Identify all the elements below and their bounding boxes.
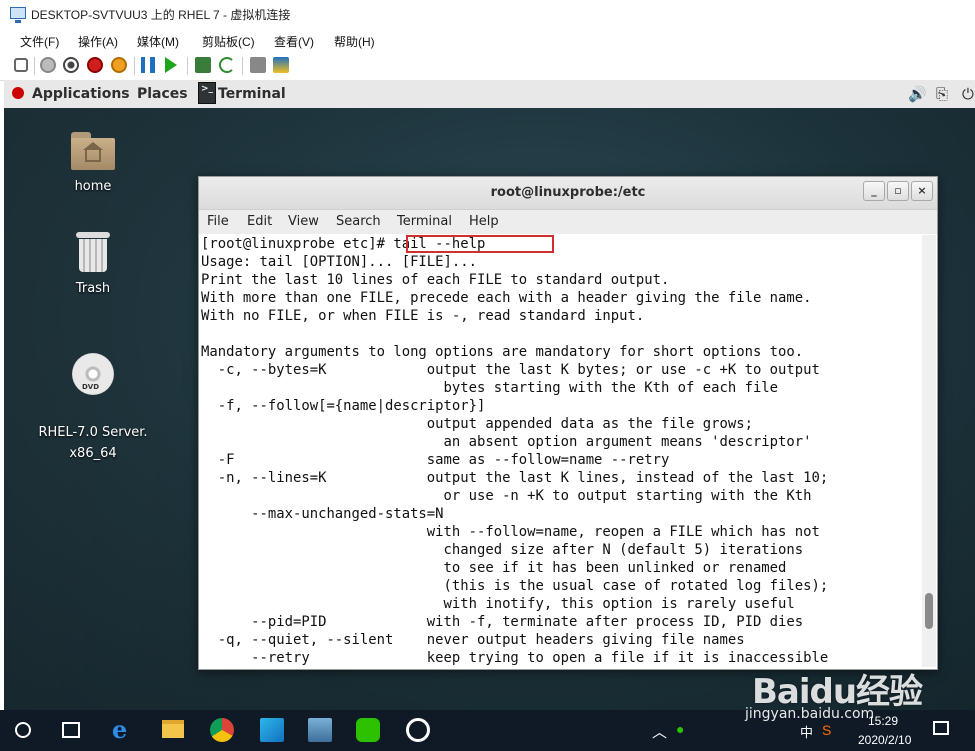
terminal-line: or use -n +K to output starting with the… [201,488,812,504]
terminal-line: an absent option argument means 'descrip… [201,434,812,450]
terminal-icon[interactable]: >_ [198,82,216,104]
scrollbar-thumb[interactable] [925,593,933,629]
gnome-top-bar: Applications Places >_ Terminal 🔊 ⎘ ⏻ [4,80,975,109]
terminal-menu-file[interactable]: File [207,214,229,229]
volume-icon[interactable]: 🔊 [908,85,927,103]
vm-menu-help[interactable]: 帮助(H) [334,33,375,50]
terminal-line: (this is the usual case of rotated log f… [201,578,829,594]
turn-off-icon[interactable] [63,57,79,73]
wechat-tray-icon[interactable]: ● [676,721,684,737]
terminal-line: Mandatory arguments to long options are … [201,344,804,360]
terminal-line: with --follow=name, reopen a FILE which … [201,524,820,540]
desktop-icon-label: home [74,179,112,194]
terminal-menubar: File Edit View Search Terminal Help [199,210,937,234]
desktop-icon-label: Trash [75,281,111,296]
pause-icon[interactable] [141,57,155,73]
terminal-line: -q, --quiet, --silent never output heade… [201,632,745,648]
terminal-line: Usage: tail [OPTION]... [FILE]... [201,254,477,270]
terminal-line: changed size after N (default 5) iterati… [201,542,804,558]
shutdown-icon[interactable] [87,57,103,73]
wechat-icon[interactable] [356,718,380,742]
terminal-menu-edit[interactable]: Edit [247,214,272,229]
terminal-line: [root@linuxprobe etc]# tail --help [201,236,486,252]
terminal-title: root@linuxprobe:/etc [490,185,646,200]
places-menu[interactable]: Places [137,86,188,102]
terminal-line: with inotify, this option is rarely usef… [201,596,795,612]
vm-toolbar [0,52,975,81]
vm-window-titlebar: DESKTOP-SVTVUU3 上的 RHEL 7 - 虚拟机连接 [0,0,975,28]
terminal-menu-terminal[interactable]: Terminal [397,214,452,229]
app-store-icon[interactable] [260,718,284,742]
chrome-icon[interactable] [210,718,234,742]
checkpoint-icon[interactable] [195,57,211,73]
edge-icon[interactable]: e [112,718,136,742]
terminal-output[interactable]: [root@linuxprobe etc]# tail --help Usage:… [201,235,919,667]
share-icon[interactable] [273,57,289,73]
enhanced-session-icon[interactable] [250,57,266,73]
terminal-line: With no FILE, or when FILE is -, read st… [201,308,645,324]
trash-icon [76,232,110,272]
terminal-menu-help[interactable]: Help [469,214,499,229]
terminal-line: bytes starting with the Kth of each file [201,380,779,396]
task-view-icon[interactable] [62,722,80,738]
resume-icon[interactable] [165,57,177,73]
maximize-icon[interactable]: ▫ [887,181,909,201]
terminal-titlebar[interactable]: root@linuxprobe:/etc _ ▫ × [199,177,937,210]
network-icon[interactable]: ⎘ [936,85,948,103]
clock-date[interactable]: 2020/2/10 [858,733,911,747]
start-icon[interactable] [40,57,56,73]
power-icon[interactable]: ⏻ [962,85,974,103]
save-state-icon[interactable] [111,57,127,73]
terminal-menu-search[interactable]: Search [336,214,381,229]
vm-menu-clipboard[interactable]: 剪贴板(C) [202,33,255,50]
terminal-line: -F same as --follow=name --retry [201,452,670,468]
dvd-icon: DVD [72,353,114,395]
terminal-line: -f, --follow[={name|descriptor}] [201,398,486,414]
file-explorer-icon[interactable] [162,720,184,738]
sogou-icon[interactable]: S [822,722,831,738]
terminal-line: With more than one FILE, precede each wi… [201,290,812,306]
cortana-icon[interactable] [15,722,31,738]
tray-expand-icon[interactable]: ︿ [652,721,667,742]
vm-menu-media[interactable]: 媒体(M) [137,33,179,50]
minimize-icon[interactable]: _ [863,181,885,201]
vm-menubar: 文件(F) 操作(A) 媒体(M) 剪贴板(C) 查看(V) 帮助(H) [0,28,975,52]
command-highlight-box [406,235,554,253]
notification-icon[interactable] [933,721,949,735]
terminal-menu-view[interactable]: View [288,214,319,229]
desktop-icon-trash[interactable]: Trash [38,232,148,299]
desktop-icon-home[interactable]: home [38,132,148,197]
active-task-terminal[interactable]: Terminal [218,86,286,102]
terminal-line: -c, --bytes=K output the last K bytes; o… [201,362,820,378]
hyperv-manager-icon[interactable] [308,718,332,742]
window-controls: _ ▫ × [861,181,933,203]
terminal-scrollbar[interactable] [922,235,936,667]
redhat-icon [12,87,24,99]
applications-menu[interactable]: Applications [32,86,130,102]
ctrl-alt-del-icon[interactable] [14,58,28,72]
terminal-line: to see if it has been unlinked or rename… [201,560,787,576]
ime-indicator[interactable]: 中 [800,722,813,741]
monitor-icon [10,7,26,23]
terminal-line: --pid=PID with -f, terminate after proce… [201,614,804,630]
vm-menu-action[interactable]: 操作(A) [78,33,118,50]
desktop-icon-label: RHEL-7.0 Server. x86_64 [38,425,148,461]
vm-menu-view[interactable]: 查看(V) [274,33,314,50]
home-folder-icon [71,132,115,170]
desktop-icon-dvd[interactable]: DVD RHEL-7.0 Server. x86_64 [38,332,148,464]
baidu-watermark-url: jingyan.baidu.com [745,706,875,722]
terminal-line: output appended data as the file grows; [201,416,753,432]
vm-window-title: DESKTOP-SVTVUU3 上的 RHEL 7 - 虚拟机连接 [31,8,291,22]
terminal-window: root@linuxprobe:/etc _ ▫ × File Edit Vie… [198,176,938,670]
terminal-line: Print the last 10 lines of each FILE to … [201,272,670,288]
terminal-line: -n, --lines=K output the last K lines, i… [201,470,829,486]
music-player-icon[interactable] [406,718,430,742]
revert-icon[interactable] [219,57,235,73]
close-icon[interactable]: × [911,181,933,201]
terminal-line: --max-unchanged-stats=N [201,506,444,522]
terminal-lines: [root@linuxprobe etc]# tail --help Usage:… [201,235,919,667]
vm-menu-file[interactable]: 文件(F) [20,33,59,50]
